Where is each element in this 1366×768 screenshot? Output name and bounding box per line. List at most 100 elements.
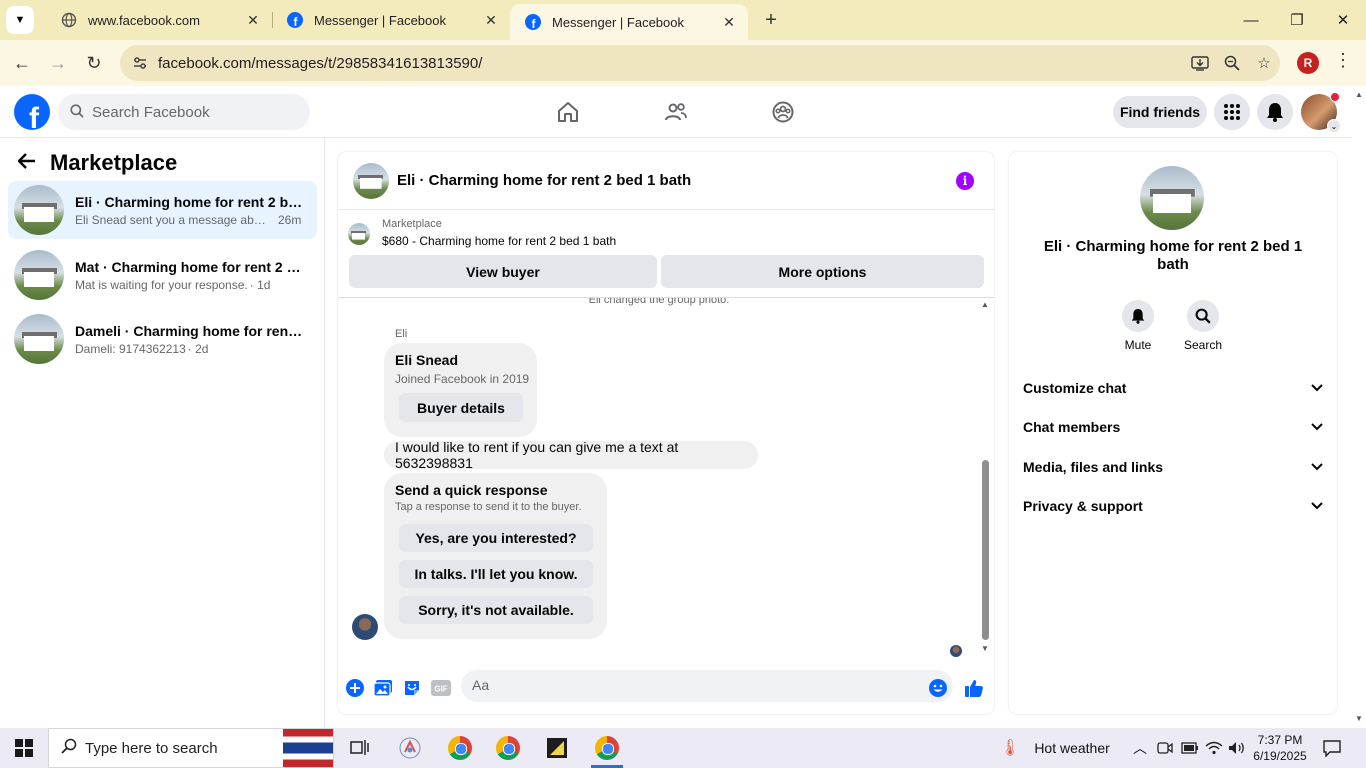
restore-icon[interactable]: ❐ [1274, 0, 1320, 40]
forward-arrow-icon[interactable]: → [40, 45, 76, 81]
bookmark-star-icon[interactable]: ☆ [1248, 47, 1280, 79]
back-arrow-icon[interactable] [17, 152, 36, 175]
system-clock[interactable]: 7:37 PM 6/19/2025 [1248, 732, 1312, 764]
back-arrow-icon[interactable]: ← [4, 45, 40, 81]
find-friends-button[interactable]: Find friends [1113, 96, 1207, 128]
chat-header: Eli · Charming home for rent 2 bed 1 bat… [338, 152, 994, 210]
conversation-item[interactable]: Mat · Charming home for rent 2 b... Mat … [8, 246, 317, 304]
close-window-icon[interactable]: ✕ [1320, 0, 1366, 40]
notifications-bell-icon[interactable] [1257, 94, 1293, 130]
buyer-details-button[interactable]: Buyer details [399, 393, 523, 422]
scroll-thumb[interactable] [982, 460, 989, 640]
listing-thumbnail[interactable] [353, 162, 389, 199]
search-chat-button[interactable]: Search [1173, 300, 1233, 352]
quick-response-option[interactable]: In talks. I'll let you know. [399, 560, 593, 588]
emoji-icon[interactable] [928, 678, 948, 698]
sticker-icon[interactable] [402, 678, 422, 698]
facebook-logo-icon[interactable]: f [14, 94, 50, 130]
chat-scrollbar[interactable]: ▲ ▼ [980, 298, 990, 660]
groups-icon[interactable] [769, 98, 797, 126]
tab-search-button[interactable]: ▼ [6, 6, 34, 34]
photo-icon[interactable] [373, 678, 393, 698]
windows-start-icon[interactable] [0, 728, 48, 768]
chrome-icon[interactable] [484, 728, 532, 768]
chrome-icon[interactable] [583, 728, 631, 768]
view-buyer-button[interactable]: View buyer [349, 255, 657, 288]
show-hidden-icons[interactable]: ︿ [1133, 728, 1147, 768]
tab-title: Messenger | Facebook [552, 14, 684, 30]
privacy-support-row[interactable]: Privacy & support [1023, 488, 1323, 524]
search-label: Search [1183, 338, 1223, 352]
customize-chat-row[interactable]: Customize chat [1023, 370, 1323, 406]
listing-title: $680 - Charming home for rent 2 bed 1 ba… [382, 234, 617, 248]
install-app-icon[interactable] [1184, 47, 1216, 79]
taskbar-search-placeholder: Type here to search [85, 739, 218, 757]
task-view-icon[interactable] [336, 728, 384, 768]
message-input-box[interactable] [461, 670, 953, 702]
scroll-down-icon[interactable]: ▼ [1355, 714, 1363, 723]
chevron-down-icon: ▼ [14, 14, 26, 26]
quick-response-title: Send a quick response [395, 482, 548, 498]
account-avatar[interactable]: ⌄ [1301, 92, 1341, 133]
thumbs-up-icon[interactable] [964, 678, 984, 698]
meet-now-icon[interactable] [1157, 728, 1173, 768]
reload-icon[interactable]: ↻ [76, 45, 112, 81]
site-info-icon[interactable] [126, 49, 154, 77]
chat-panel: Eli · Charming home for rent 2 bed 1 bat… [338, 152, 994, 714]
listing-thumbnail [14, 314, 64, 364]
browser-tab-3-active[interactable]: f Messenger | Facebook ✕ [510, 4, 748, 40]
facebook-favicon-icon: f [524, 13, 542, 31]
listing-summary[interactable]: Marketplace $680 - Charming home for ren… [348, 218, 616, 248]
scroll-down-icon[interactable]: ▼ [980, 644, 990, 653]
message-input[interactable] [472, 677, 912, 693]
quick-response-option[interactable]: Yes, are you interested? [399, 524, 593, 552]
facebook-search[interactable] [58, 94, 310, 130]
volume-icon[interactable] [1228, 728, 1246, 768]
window-controls: — ❐ ✕ [1228, 0, 1366, 40]
wifi-icon[interactable] [1205, 728, 1223, 768]
close-tab-icon[interactable]: ✕ [242, 12, 264, 29]
conversation-item[interactable]: Dameli · Charming home for rent ... Dame… [8, 310, 317, 368]
new-tab-icon[interactable]: + [758, 9, 784, 32]
weather-widget[interactable]: 🌡 Hot weather [1000, 728, 1110, 768]
listing-thumbnail[interactable] [1140, 166, 1204, 230]
mute-button[interactable]: Mute [1108, 300, 1168, 352]
search-input[interactable] [92, 103, 292, 121]
sticky-notes-icon[interactable] [533, 728, 581, 768]
browser-tab-1[interactable]: www.facebook.com ✕ [46, 0, 273, 40]
menu-grid-icon[interactable] [1214, 94, 1250, 130]
url-text[interactable]: facebook.com/messages/t/2985834161381359… [158, 55, 1184, 72]
home-icon[interactable] [554, 98, 582, 126]
chrome-icon[interactable] [436, 728, 484, 768]
scroll-up-icon[interactable]: ▲ [1355, 90, 1363, 99]
chat-members-row[interactable]: Chat members [1023, 409, 1323, 445]
media-files-links-row[interactable]: Media, files and links [1023, 449, 1323, 485]
browser-profile-avatar[interactable]: R [1297, 52, 1319, 74]
info-icon[interactable]: i [956, 172, 974, 190]
friends-icon[interactable] [662, 98, 690, 126]
conversation-time: 26m [278, 212, 302, 227]
page-scrollbar[interactable]: ▲ ▼ [1352, 86, 1366, 728]
sender-avatar[interactable] [352, 614, 378, 640]
address-bar[interactable]: facebook.com/messages/t/2985834161381359… [120, 45, 1280, 81]
more-options-button[interactable]: More options [661, 255, 984, 288]
scroll-up-icon[interactable]: ▲ [980, 300, 990, 309]
conversation-item[interactable]: Eli · Charming home for rent 2 bed... El… [8, 181, 317, 239]
chrome-logo [595, 736, 619, 760]
app-icon[interactable] [386, 728, 434, 768]
taskbar-search[interactable]: Type here to search [48, 728, 334, 768]
chat-title[interactable]: Eli · Charming home for rent 2 bed 1 bat… [397, 172, 691, 189]
clock-time: 7:37 PM [1257, 733, 1303, 747]
quick-response-option[interactable]: Sorry, it's not available. [399, 596, 593, 624]
close-tab-icon[interactable]: ✕ [718, 14, 740, 31]
battery-icon[interactable] [1181, 728, 1199, 768]
gif-icon[interactable]: GIF [431, 678, 451, 698]
browser-menu-icon[interactable]: ⋮ [1334, 50, 1352, 71]
plus-circle-icon[interactable] [345, 678, 365, 698]
zoom-icon[interactable] [1216, 47, 1248, 79]
close-tab-icon[interactable]: ✕ [480, 12, 502, 29]
buyer-name: Eli Snead [395, 352, 459, 368]
browser-tab-2[interactable]: f Messenger | Facebook ✕ [272, 0, 510, 40]
minimize-icon[interactable]: — [1228, 0, 1274, 40]
notification-center-icon[interactable] [1322, 728, 1342, 768]
